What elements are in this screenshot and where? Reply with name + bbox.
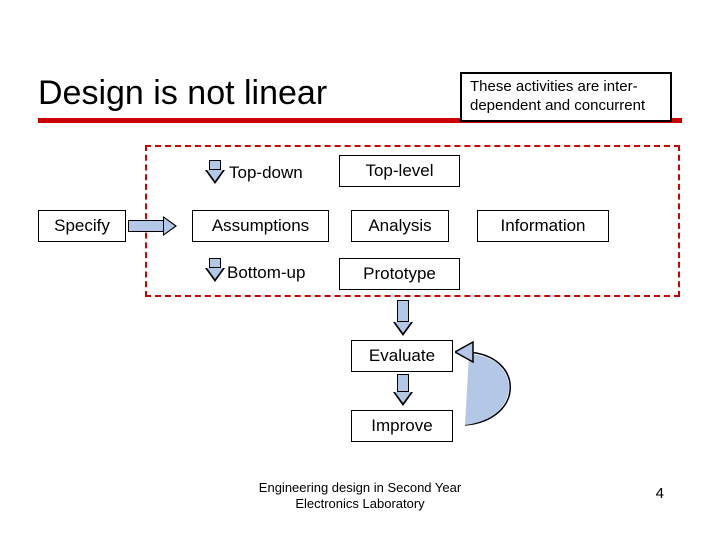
box-analysis: Analysis xyxy=(351,210,449,242)
box-evaluate: Evaluate xyxy=(351,340,453,372)
box-specify: Specify xyxy=(38,210,126,242)
box-assumptions: Assumptions xyxy=(192,210,329,242)
arrow-feedback-curve xyxy=(455,340,545,435)
slide: Design is not linear These activities ar… xyxy=(0,0,720,540)
label-bottom-up: Bottom-up xyxy=(227,263,305,283)
box-improve: Improve xyxy=(351,410,453,442)
page-number: 4 xyxy=(656,485,664,502)
box-prototype: Prototype xyxy=(339,258,460,290)
box-information: Information xyxy=(477,210,609,242)
footer-line-1: Engineering design in Second Year xyxy=(259,480,461,495)
footer: Engineering design in Second Year Electr… xyxy=(0,480,720,511)
slide-title: Design is not linear xyxy=(38,74,327,113)
footer-line-2: Electronics Laboratory xyxy=(295,496,424,511)
callout-box: These activities are inter-dependent and… xyxy=(460,72,672,122)
label-top-down: Top-down xyxy=(229,163,303,183)
box-top-level: Top-level xyxy=(339,155,460,187)
